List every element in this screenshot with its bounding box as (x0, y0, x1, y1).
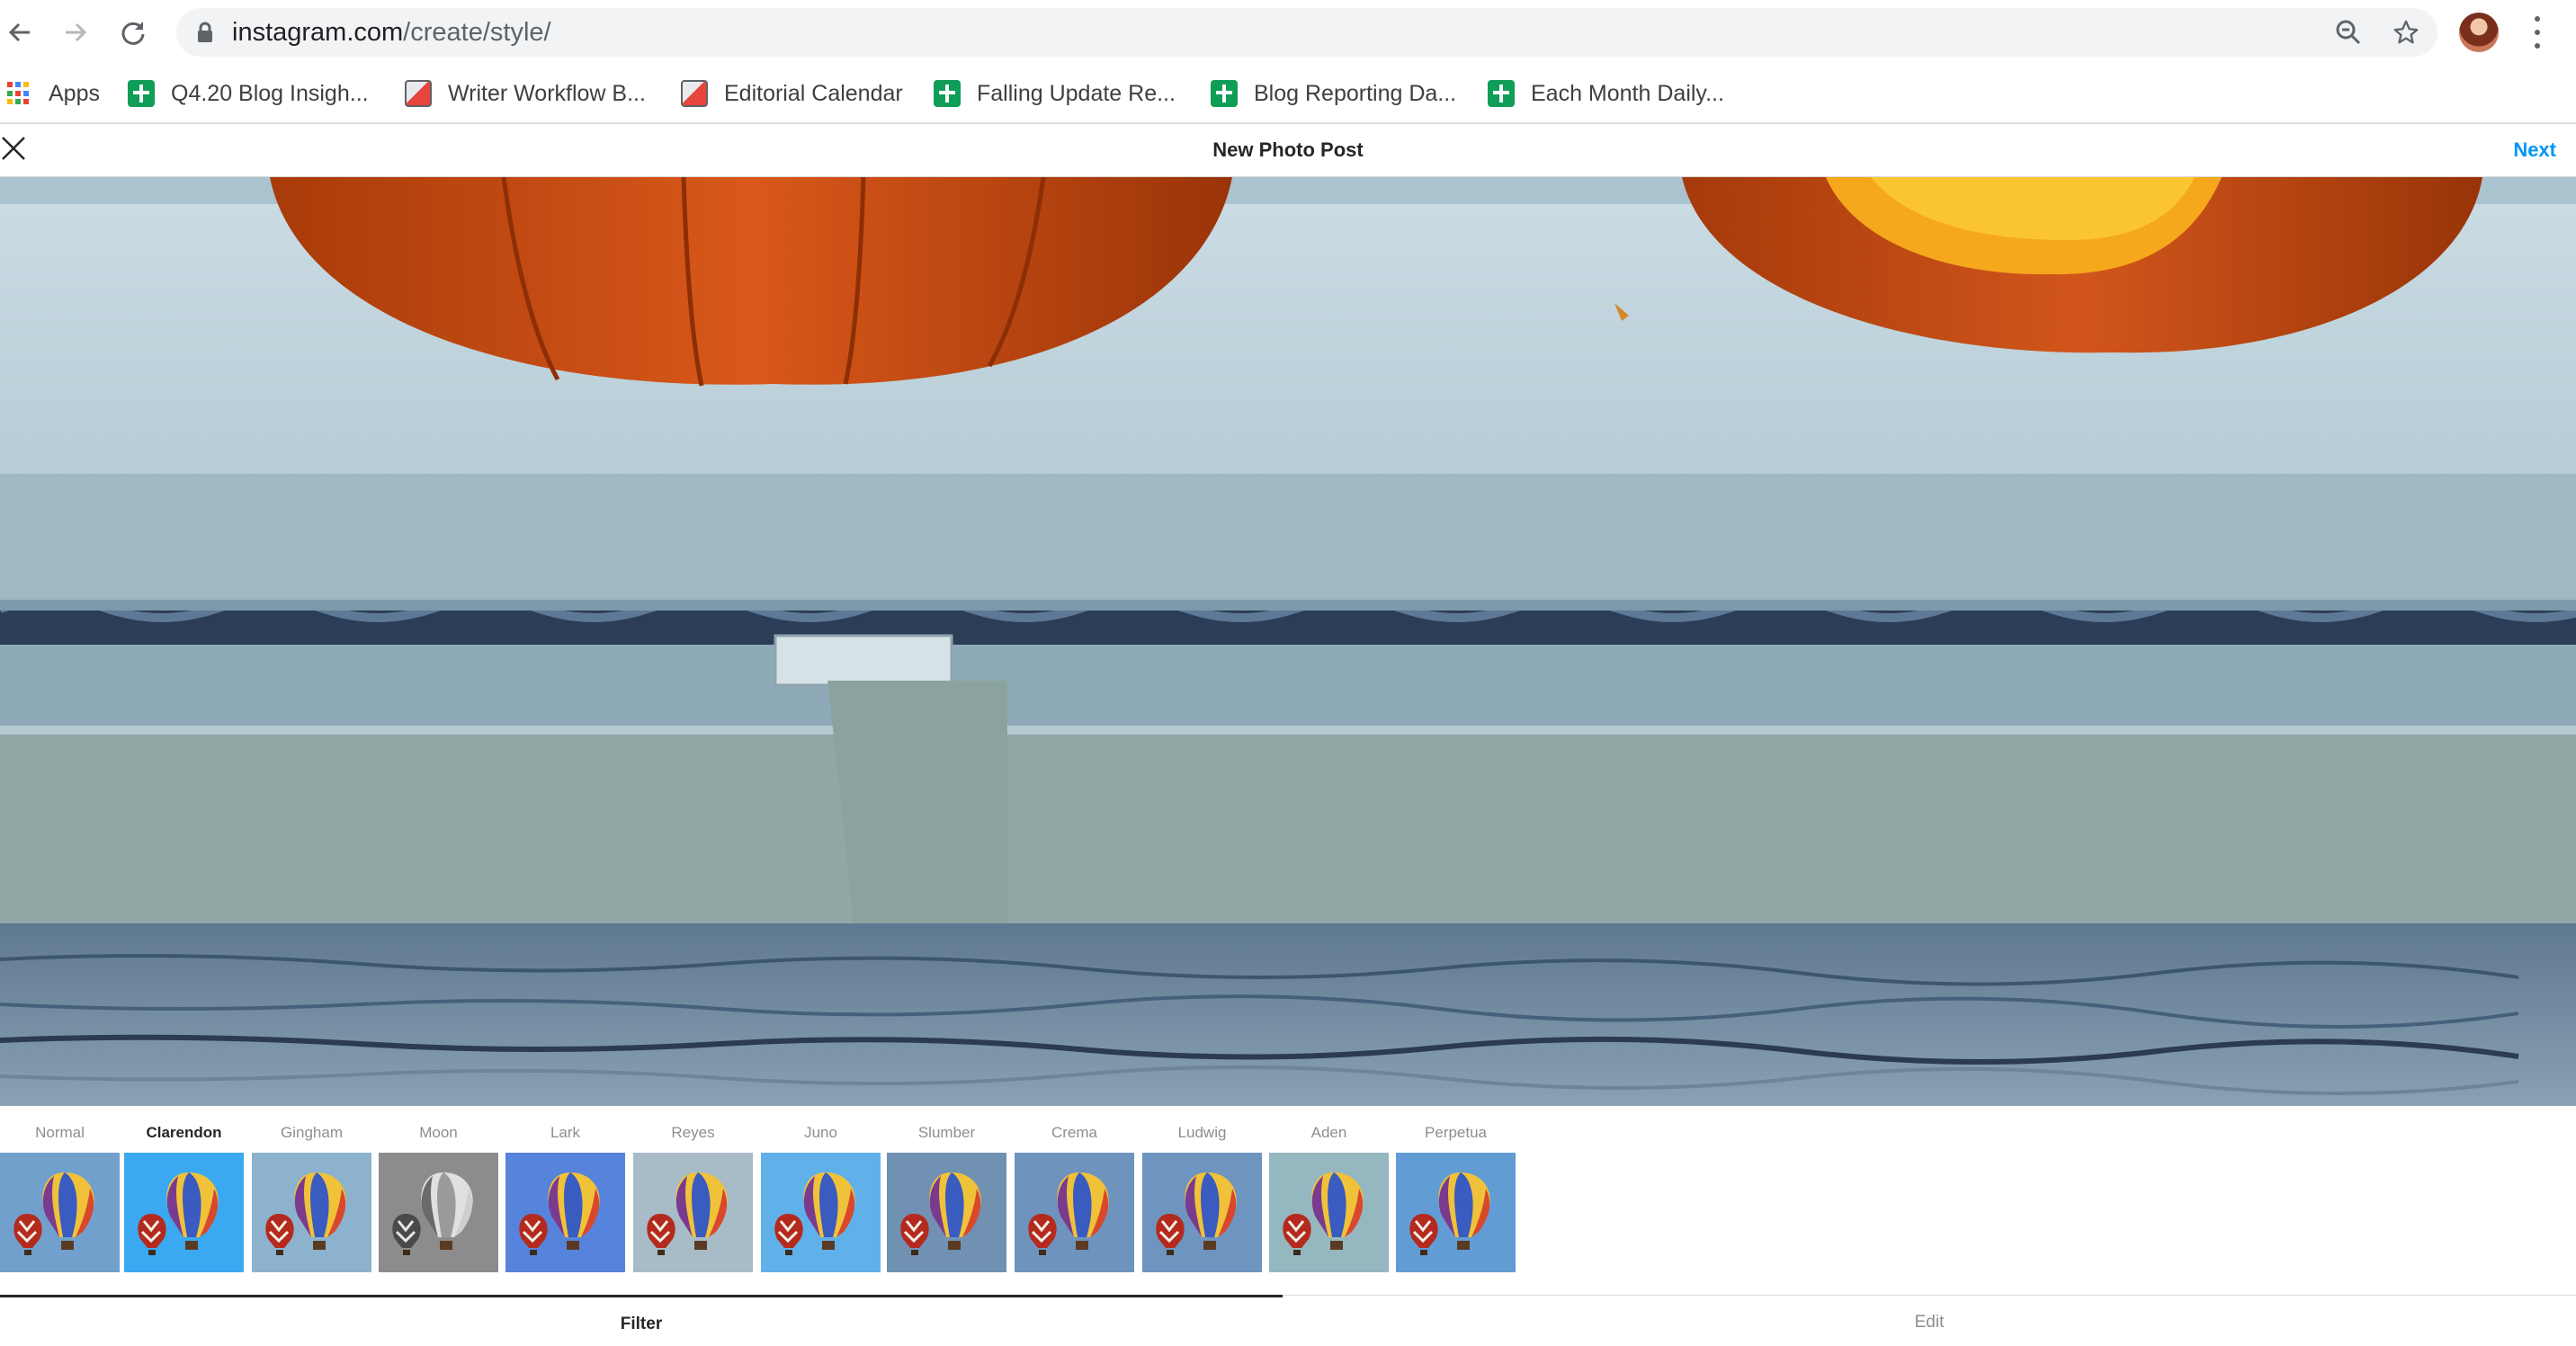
address-bar[interactable]: instagram.com/create/style/ (176, 8, 2437, 57)
page-title: New Photo Post (1212, 138, 1364, 161)
bookmark-label: Q4.20 Blog Insigh... (171, 80, 369, 106)
bottom-tabs: Filter Edit (0, 1295, 2576, 1343)
filter-moon[interactable]: Moon (379, 1122, 498, 1272)
url-host: instagram.com (232, 18, 404, 47)
filter-label: Clarendon (146, 1124, 222, 1141)
bookmark-label: Apps (49, 80, 100, 106)
filter-label: Ludwig (1177, 1124, 1227, 1141)
more-icon[interactable] (2524, 16, 2551, 49)
filter-label: Normal (35, 1124, 85, 1141)
tab-label: Filter (620, 1315, 663, 1333)
filter-thumbnail (0, 1153, 120, 1272)
url-path: /create/style/ (403, 18, 551, 47)
filter-reyes[interactable]: Reyes (633, 1122, 753, 1272)
reload-icon[interactable] (113, 13, 153, 52)
bookmark-label: Editorial Calendar (724, 80, 903, 106)
bookmark-apps[interactable]: Apps (5, 76, 100, 111)
sheets-icon (128, 80, 155, 107)
bookmark-writer-workflow[interactable]: Writer Workflow B... (405, 76, 646, 111)
filter-label: Juno (804, 1124, 837, 1141)
tab-edit[interactable]: Edit (1283, 1295, 2576, 1344)
filter-aden[interactable]: Aden (1269, 1122, 1389, 1272)
filter-label: Crema (1051, 1124, 1097, 1141)
sheets-icon (934, 80, 961, 107)
bookmark-label: Blog Reporting Da... (1254, 80, 1457, 106)
filter-label: Aden (1310, 1124, 1347, 1141)
bookmark-each-month-daily[interactable]: Each Month Daily... (1488, 76, 1724, 111)
filter-thumbnail (505, 1153, 625, 1272)
back-icon[interactable] (0, 13, 40, 52)
new-post-header: New Photo Post Next (0, 124, 2576, 177)
filter-crema[interactable]: Crema (1015, 1122, 1134, 1272)
forward-icon[interactable] (56, 13, 95, 52)
bookmark-label: Each Month Daily... (1531, 80, 1724, 106)
apps-grid-icon (5, 80, 32, 107)
filter-strip: Normal Clarendon Gingham Moon Lark Reyes… (0, 1106, 2576, 1286)
filter-thumbnail (252, 1153, 371, 1272)
filter-juno[interactable]: Juno (761, 1122, 881, 1272)
filter-normal[interactable]: Normal (0, 1122, 120, 1272)
zoom-icon[interactable] (2335, 19, 2362, 46)
filter-thumbnail (1396, 1153, 1516, 1272)
filter-label: Gingham (281, 1124, 343, 1141)
url-text: instagram.com/create/style/ (232, 19, 551, 46)
filter-thumbnail (1015, 1153, 1134, 1272)
tab-filter[interactable]: Filter (0, 1295, 1283, 1346)
tab-label: Edit (1914, 1313, 1945, 1332)
filter-thumbnail (124, 1153, 244, 1272)
filter-thumbnail (633, 1153, 753, 1272)
bookmark-blog-reporting[interactable]: Blog Reporting Da... (1211, 76, 1456, 111)
filter-lark[interactable]: Lark (505, 1122, 625, 1272)
filter-thumbnail (887, 1153, 1006, 1272)
next-button[interactable]: Next (2513, 138, 2556, 162)
document-icon (681, 80, 708, 107)
star-icon[interactable] (2393, 19, 2419, 46)
bookmarks-bar: Apps Q4.20 Blog Insigh... Writer Workflo… (0, 65, 2576, 124)
filter-label: Lark (550, 1124, 581, 1141)
filter-thumbnail (379, 1153, 498, 1272)
bookmark-label: Writer Workflow B... (448, 80, 646, 106)
lock-icon (196, 22, 214, 48)
browser-toolbar: instagram.com/create/style/ (0, 0, 2576, 65)
filter-thumbnail (1269, 1153, 1389, 1272)
sheets-icon (1488, 80, 1515, 107)
filter-perpetua[interactable]: Perpetua (1396, 1122, 1516, 1272)
bookmark-q4-blog-insights[interactable]: Q4.20 Blog Insigh... (128, 76, 369, 111)
filter-label: Slumber (917, 1124, 976, 1141)
filter-label: Reyes (671, 1124, 715, 1141)
bookmark-editorial-calendar[interactable]: Editorial Calendar (681, 76, 903, 111)
filter-thumbnail (761, 1153, 881, 1272)
bookmark-falling-update[interactable]: Falling Update Re... (934, 76, 1176, 111)
filter-ludwig[interactable]: Ludwig (1142, 1122, 1262, 1272)
document-icon (405, 80, 432, 107)
sheets-icon (1211, 80, 1238, 107)
filter-thumbnail (1142, 1153, 1262, 1272)
photo-preview (0, 177, 2576, 1106)
bookmark-label: Falling Update Re... (977, 80, 1176, 106)
filter-label: Perpetua (1425, 1124, 1487, 1141)
filter-label: Moon (419, 1124, 458, 1141)
filter-slumber[interactable]: Slumber (887, 1122, 1006, 1272)
avatar[interactable] (2459, 13, 2499, 52)
filter-clarendon[interactable]: Clarendon (124, 1122, 244, 1272)
filter-gingham[interactable]: Gingham (252, 1122, 371, 1272)
